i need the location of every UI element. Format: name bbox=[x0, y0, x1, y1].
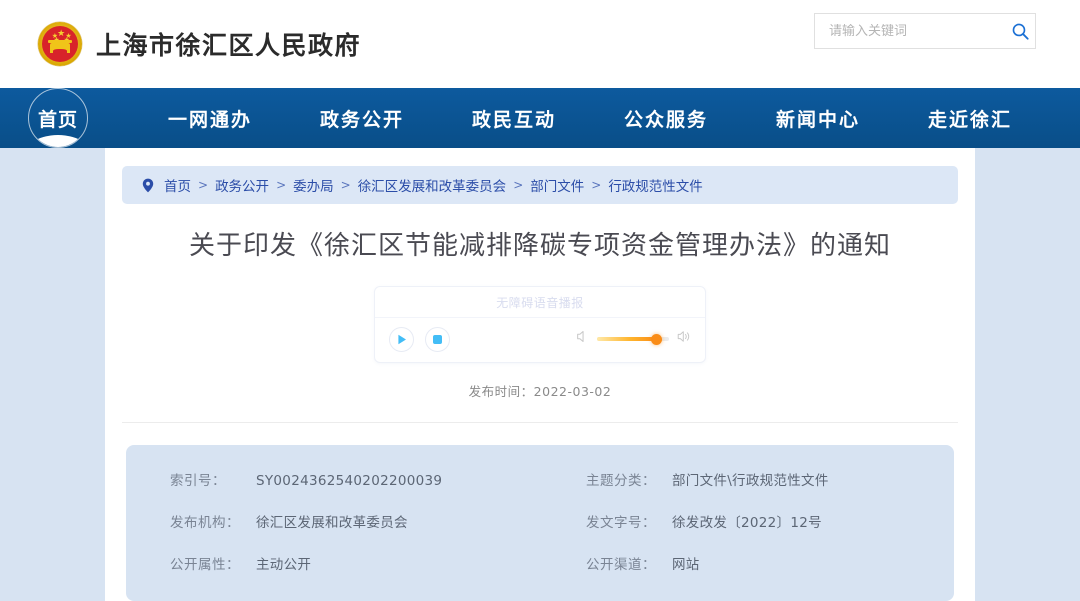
stop-button[interactable] bbox=[425, 327, 450, 352]
nav-item-zoujinxuhui[interactable]: 走近徐汇 bbox=[928, 105, 1012, 132]
stop-icon bbox=[433, 335, 442, 344]
metadata-value: 徐汇区发展和改革委员会 bbox=[256, 511, 408, 531]
site-brand[interactable]: ★★★★★ 上海市徐汇区人民政府 bbox=[38, 22, 361, 66]
metadata-key: 索引号： bbox=[170, 469, 256, 489]
audio-player: 无障碍语音播报 bbox=[374, 286, 706, 363]
nav-item-home[interactable]: 首页 bbox=[28, 88, 88, 148]
metadata-column-left: 索引号： SY0024362540202200039 发布机构： 徐汇区发展和改… bbox=[170, 469, 540, 573]
volume-slider-knob[interactable] bbox=[651, 334, 662, 345]
page-background: 首页 > 政务公开 > 委办局 > 徐汇区发展和改革委员会 > 部门文件 > 行… bbox=[0, 148, 1080, 550]
breadcrumb-separator: > bbox=[198, 178, 208, 192]
site-title: 上海市徐汇区人民政府 bbox=[96, 26, 361, 62]
metadata-row: 公开属性： 主动公开 bbox=[170, 553, 540, 573]
volume-slider[interactable] bbox=[597, 337, 669, 341]
breadcrumb-separator: > bbox=[513, 178, 523, 192]
metadata-value: 网站 bbox=[672, 553, 700, 573]
nav-item-xinwenzhongxin[interactable]: 新闻中心 bbox=[776, 105, 860, 132]
nav-item-home-label: 首页 bbox=[38, 105, 78, 132]
metadata-key: 主题分类： bbox=[586, 469, 672, 489]
publish-date-label: 发布时间： bbox=[469, 384, 534, 399]
breadcrumb-item-2[interactable]: 委办局 bbox=[293, 175, 334, 195]
breadcrumb: 首页 > 政务公开 > 委办局 > 徐汇区发展和改革委员会 > 部门文件 > 行… bbox=[122, 166, 958, 204]
nav-item-list: 一网通办 政务公开 政民互动 公众服务 新闻中心 走近徐汇 bbox=[88, 105, 1080, 132]
metadata-row: 主题分类： 部门文件\行政规范性文件 bbox=[586, 469, 910, 489]
wave-decoration bbox=[28, 135, 88, 148]
metadata-row: 发文字号： 徐发改发〔2022〕12号 bbox=[586, 511, 910, 531]
search-icon bbox=[1011, 22, 1030, 41]
metadata-key: 公开属性： bbox=[170, 553, 256, 573]
metadata-value: 主动公开 bbox=[256, 553, 311, 573]
nav-item-zhengwugongkai[interactable]: 政务公开 bbox=[320, 105, 404, 132]
metadata-row: 发布机构： 徐汇区发展和改革委员会 bbox=[170, 511, 540, 531]
nav-item-yiwangtongban[interactable]: 一网通办 bbox=[168, 105, 252, 132]
metadata-key: 公开渠道： bbox=[586, 553, 672, 573]
breadcrumb-item-4[interactable]: 部门文件 bbox=[530, 175, 584, 195]
page-title: 关于印发《徐汇区节能减排降碳专项资金管理办法》的通知 bbox=[145, 230, 935, 264]
search-input[interactable] bbox=[815, 24, 1005, 39]
audio-player-controls bbox=[375, 318, 705, 362]
publish-date: 发布时间：2022-03-02 bbox=[105, 381, 975, 400]
search-box[interactable] bbox=[814, 13, 1036, 49]
breadcrumb-separator: > bbox=[276, 178, 286, 192]
location-pin-icon bbox=[142, 178, 154, 193]
national-emblem-icon: ★★★★★ bbox=[38, 22, 82, 66]
nav-item-gongzhongfuwu[interactable]: 公众服务 bbox=[624, 105, 708, 132]
metadata-row: 索引号： SY0024362540202200039 bbox=[170, 469, 540, 489]
metadata-key: 发文字号： bbox=[586, 511, 672, 531]
breadcrumb-items: 首页 > 政务公开 > 委办局 > 徐汇区发展和改革委员会 > 部门文件 > 行… bbox=[164, 175, 703, 195]
metadata-value: 部门文件\行政规范性文件 bbox=[672, 469, 829, 489]
audio-player-label: 无障碍语音播报 bbox=[375, 287, 705, 318]
metadata-row: 公开渠道： 网站 bbox=[586, 553, 910, 573]
main-navigation: 首页 一网通办 政务公开 政民互动 公众服务 新闻中心 走近徐汇 bbox=[0, 88, 1080, 148]
volume-slider-fill bbox=[597, 337, 657, 341]
section-divider bbox=[122, 422, 958, 423]
volume-low-icon[interactable] bbox=[576, 330, 589, 348]
document-metadata-box: 索引号： SY0024362540202200039 发布机构： 徐汇区发展和改… bbox=[126, 445, 954, 601]
volume-control bbox=[576, 330, 691, 348]
breadcrumb-item-1[interactable]: 政务公开 bbox=[215, 175, 269, 195]
metadata-value: 徐发改发〔2022〕12号 bbox=[672, 511, 822, 531]
site-header: ★★★★★ 上海市徐汇区人民政府 bbox=[0, 0, 1080, 88]
breadcrumb-item-3[interactable]: 徐汇区发展和改革委员会 bbox=[358, 175, 507, 195]
content-panel: 首页 > 政务公开 > 委办局 > 徐汇区发展和改革委员会 > 部门文件 > 行… bbox=[105, 148, 975, 601]
breadcrumb-item-0[interactable]: 首页 bbox=[164, 175, 191, 195]
nav-item-zhengminhudong[interactable]: 政民互动 bbox=[472, 105, 556, 132]
play-button[interactable] bbox=[389, 327, 414, 352]
volume-high-icon[interactable] bbox=[677, 330, 691, 348]
metadata-column-right: 主题分类： 部门文件\行政规范性文件 发文字号： 徐发改发〔2022〕12号 公… bbox=[540, 469, 910, 573]
metadata-key: 发布机构： bbox=[170, 511, 256, 531]
breadcrumb-item-5[interactable]: 行政规范性文件 bbox=[608, 175, 703, 195]
play-icon bbox=[397, 334, 407, 345]
breadcrumb-separator: > bbox=[591, 178, 601, 192]
metadata-value: SY0024362540202200039 bbox=[256, 473, 442, 489]
search-button[interactable] bbox=[1005, 14, 1036, 48]
breadcrumb-separator: > bbox=[341, 178, 351, 192]
publish-date-value: 2022-03-02 bbox=[534, 384, 612, 399]
